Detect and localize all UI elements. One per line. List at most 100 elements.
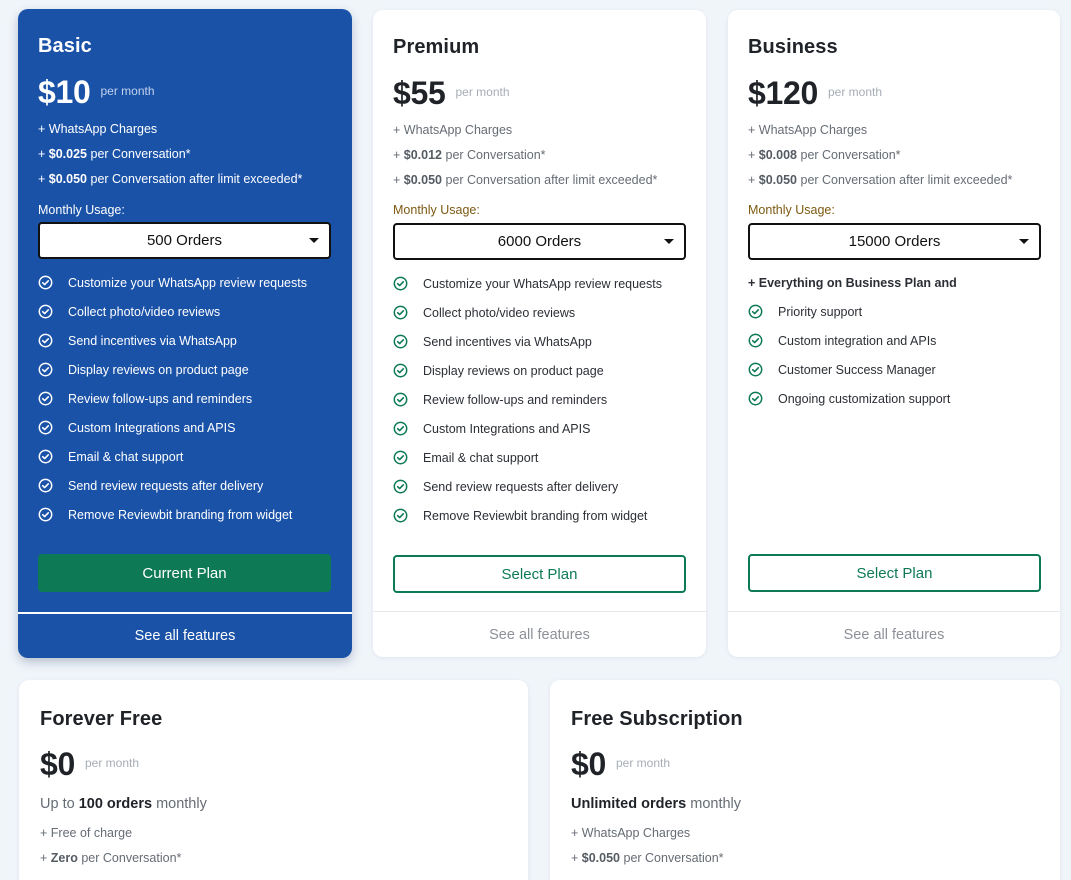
feature-item: Display reviews on product page: [393, 356, 662, 385]
feature-label: Email & chat support: [68, 449, 184, 464]
feature-list: Customize your WhatsApp review requests C…: [38, 268, 307, 529]
feature-label: Review follow-ups and reminders: [423, 392, 608, 407]
feature-label: Review follow-ups and reminders: [68, 391, 253, 406]
check-circle-icon: [748, 304, 763, 319]
check-circle-icon: [748, 362, 763, 377]
plan-price: $0: [40, 746, 75, 782]
monthly-usage-select[interactable]: 500 Orders: [38, 222, 331, 259]
feature-item: Email & chat support: [38, 442, 307, 471]
price-period: per month: [455, 85, 510, 99]
charge-line: + $0.050 per Conversation after limit ex…: [393, 173, 658, 187]
monthly-usage-label: Monthly Usage:: [748, 203, 835, 217]
current-plan-button[interactable]: Current Plan: [38, 554, 331, 592]
monthly-usage-select[interactable]: 15000 Orders: [748, 223, 1041, 260]
charges-list: + Free of charge + Zero per Conversation…: [40, 826, 181, 876]
feature-label: Collect photo/video reviews: [68, 304, 221, 319]
feature-item: Display reviews on product page: [38, 355, 307, 384]
feature-item: Send review requests after delivery: [393, 472, 662, 501]
charge-line: + $0.025 per Conversation*: [38, 147, 191, 161]
price-period: per month: [100, 84, 155, 98]
check-circle-icon: [38, 478, 53, 493]
feature-label: Customer Success Manager: [778, 362, 936, 377]
check-circle-icon: [393, 305, 408, 320]
price-row: $10 per month: [38, 74, 155, 111]
feature-item: Priority support: [748, 297, 957, 326]
check-circle-icon: [748, 333, 763, 348]
feature-item: Send incentives via WhatsApp: [393, 327, 662, 356]
plan-price: $0: [571, 746, 606, 782]
monthly-usage-value: 500 Orders: [146, 232, 223, 249]
feature-item: Remove Reviewbit branding from widget: [393, 501, 662, 530]
select-plan-button[interactable]: Select Plan: [748, 554, 1041, 592]
plan-card-basic: Basic $10 per month + WhatsApp Charges +…: [18, 9, 352, 658]
feature-item: Collect photo/video reviews: [38, 297, 307, 326]
everything-included-note: + Everything on Business Plan and: [748, 276, 957, 290]
feature-label: Collect photo/video reviews: [423, 305, 576, 320]
check-circle-icon: [393, 334, 408, 349]
plan-name: Forever Free: [40, 708, 163, 730]
feature-label: Priority support: [778, 304, 863, 319]
check-circle-icon: [38, 420, 53, 435]
feature-label: Send review requests after delivery: [423, 479, 619, 494]
charge-line: + $0.008 per Conversation*: [748, 148, 901, 162]
feature-label: Email & chat support: [423, 450, 539, 465]
charges-list: + WhatsApp Charges + $0.025 per Conversa…: [38, 122, 302, 197]
feature-label: Customize your WhatsApp review requests: [423, 276, 662, 291]
plan-name: Basic: [38, 35, 92, 57]
feature-label: Customize your WhatsApp review requests: [68, 275, 307, 290]
feature-label: Custom integration and APIs: [778, 333, 937, 348]
charge-line: + $0.050 per Conversation*: [571, 851, 724, 865]
feature-list-wrapper: + Everything on Business Plan and Priori…: [748, 269, 957, 413]
check-circle-icon: [393, 450, 408, 465]
monthly-usage-label: Monthly Usage:: [393, 203, 480, 217]
check-circle-icon: [393, 508, 408, 523]
charge-line: + $0.050 per Conversation after limit ex…: [38, 172, 303, 186]
check-circle-icon: [393, 276, 408, 291]
feature-list: Priority support Custom integration and A…: [748, 297, 957, 413]
see-all-features-link[interactable]: See all features: [18, 612, 352, 658]
charge-line: + $0.012 per Conversation*: [393, 148, 546, 162]
plan-card-business: Business $120 per month + WhatsApp Charg…: [728, 10, 1060, 657]
check-circle-icon: [393, 479, 408, 494]
select-plan-button[interactable]: Select Plan: [393, 555, 686, 593]
monthly-usage-value: 6000 Orders: [497, 233, 582, 250]
see-all-features-link[interactable]: See all features: [373, 611, 706, 657]
monthly-usage-label: Monthly Usage:: [38, 203, 125, 217]
feature-item: Send review requests after delivery: [38, 471, 307, 500]
feature-item: Review follow-ups and reminders: [38, 384, 307, 413]
charge-line: + Free of charge: [40, 826, 133, 840]
chevron-down-icon: [664, 239, 674, 244]
check-circle-icon: [38, 449, 53, 464]
charge-line: + $0.050 per Conversation after limit ex…: [748, 173, 1013, 187]
plan-name: Business: [748, 36, 838, 58]
feature-item: Send incentives via WhatsApp: [38, 326, 307, 355]
chevron-down-icon: [1019, 239, 1029, 244]
see-all-features-link[interactable]: See all features: [728, 611, 1060, 657]
check-circle-icon: [38, 275, 53, 290]
plan-price: $120: [748, 75, 818, 111]
feature-label: Display reviews on product page: [68, 362, 249, 377]
feature-label: Ongoing customization support: [778, 391, 951, 406]
feature-label: Remove Reviewbit branding from widget: [68, 507, 293, 522]
feature-item: Customize your WhatsApp review requests: [393, 269, 662, 298]
plan-card-premium: Premium $55 per month + WhatsApp Charges…: [373, 10, 706, 657]
feature-label: Send incentives via WhatsApp: [68, 333, 237, 348]
feature-label: Remove Reviewbit branding from widget: [423, 508, 648, 523]
price-row: $55 per month: [393, 75, 510, 112]
feature-list: Customize your WhatsApp review requests C…: [393, 269, 662, 530]
check-circle-icon: [393, 392, 408, 407]
charge-line: + WhatsApp Charges: [393, 123, 513, 137]
check-circle-icon: [38, 362, 53, 377]
chevron-down-icon: [309, 238, 319, 243]
monthly-usage-select[interactable]: 6000 Orders: [393, 223, 686, 260]
price-row: $0 per month: [40, 746, 139, 783]
feature-item: Review follow-ups and reminders: [393, 385, 662, 414]
charge-line: + WhatsApp Charges: [571, 826, 691, 840]
orders-limit: Up to 100 orders monthly: [40, 796, 207, 812]
feature-item: Customize your WhatsApp review requests: [38, 268, 307, 297]
price-period: per month: [85, 756, 140, 770]
charge-line: + WhatsApp Charges: [748, 123, 868, 137]
feature-label: Send review requests after delivery: [68, 478, 264, 493]
feature-item: Custom integration and APIs: [748, 326, 957, 355]
plan-card-free-subscription: Free Subscription $0 per month Unlimited…: [550, 680, 1060, 880]
